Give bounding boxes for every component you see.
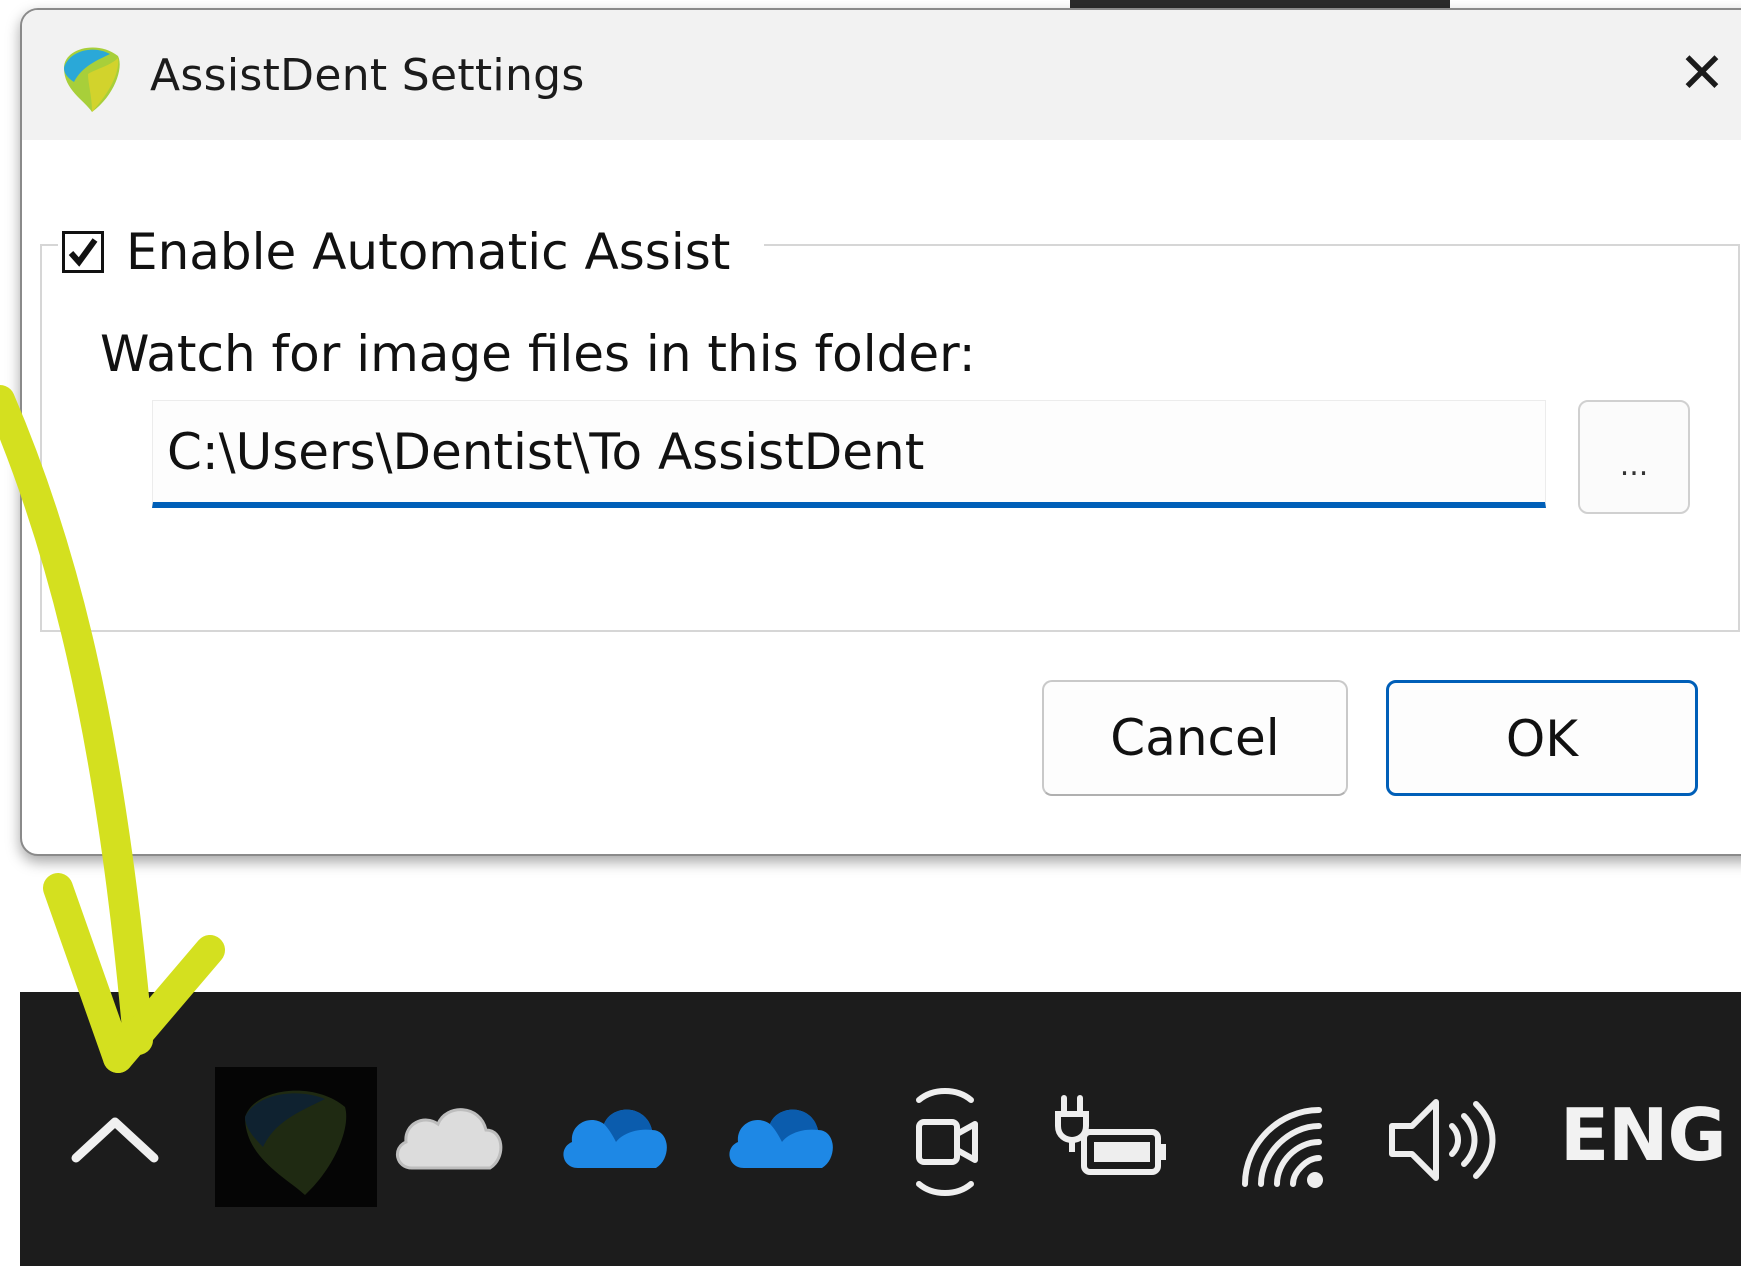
input-language-indicator[interactable]: ENG bbox=[1560, 1090, 1727, 1180]
assistdent-tray-icon[interactable] bbox=[215, 1067, 377, 1207]
browse-folder-button[interactable]: ... bbox=[1578, 400, 1690, 514]
checkbox-label: Enable Automatic Assist bbox=[126, 223, 731, 281]
screenshot-stage: AssistDent Settings ✕ Enable Automatic A… bbox=[0, 0, 1741, 1266]
checkmark-icon bbox=[68, 238, 98, 267]
close-button[interactable]: ✕ bbox=[1662, 38, 1741, 110]
desktop-background bbox=[0, 0, 20, 860]
volume-icon[interactable] bbox=[1382, 1090, 1502, 1190]
enable-automatic-assist-option[interactable]: Enable Automatic Assist bbox=[58, 222, 765, 282]
close-icon: ✕ bbox=[1678, 41, 1726, 106]
chevron-up-icon[interactable] bbox=[70, 1108, 160, 1168]
enable-automatic-assist-checkbox[interactable] bbox=[62, 231, 104, 273]
folder-path-input[interactable]: C:\Users\Dentist\To AssistDent bbox=[152, 400, 1546, 508]
assistdent-logo-icon bbox=[64, 47, 120, 113]
onedrive-grey-icon[interactable] bbox=[390, 1094, 506, 1174]
ok-button[interactable]: OK bbox=[1386, 680, 1698, 796]
onedrive-blue-icon[interactable] bbox=[556, 1094, 672, 1174]
cancel-button[interactable]: Cancel bbox=[1042, 680, 1348, 796]
battery-charging-icon[interactable] bbox=[1050, 1092, 1170, 1182]
wifi-icon[interactable] bbox=[1235, 1100, 1325, 1190]
background-window-edge bbox=[1070, 0, 1450, 8]
assistdent-dim-logo-icon bbox=[245, 1090, 347, 1195]
title-bar[interactable]: AssistDent Settings ✕ bbox=[22, 10, 1741, 140]
onedrive-blue-icon[interactable] bbox=[722, 1094, 838, 1174]
watch-folder-label: Watch for image files in this folder: bbox=[100, 325, 976, 383]
window-title: AssistDent Settings bbox=[150, 50, 585, 101]
camera-presence-icon[interactable] bbox=[905, 1082, 985, 1202]
